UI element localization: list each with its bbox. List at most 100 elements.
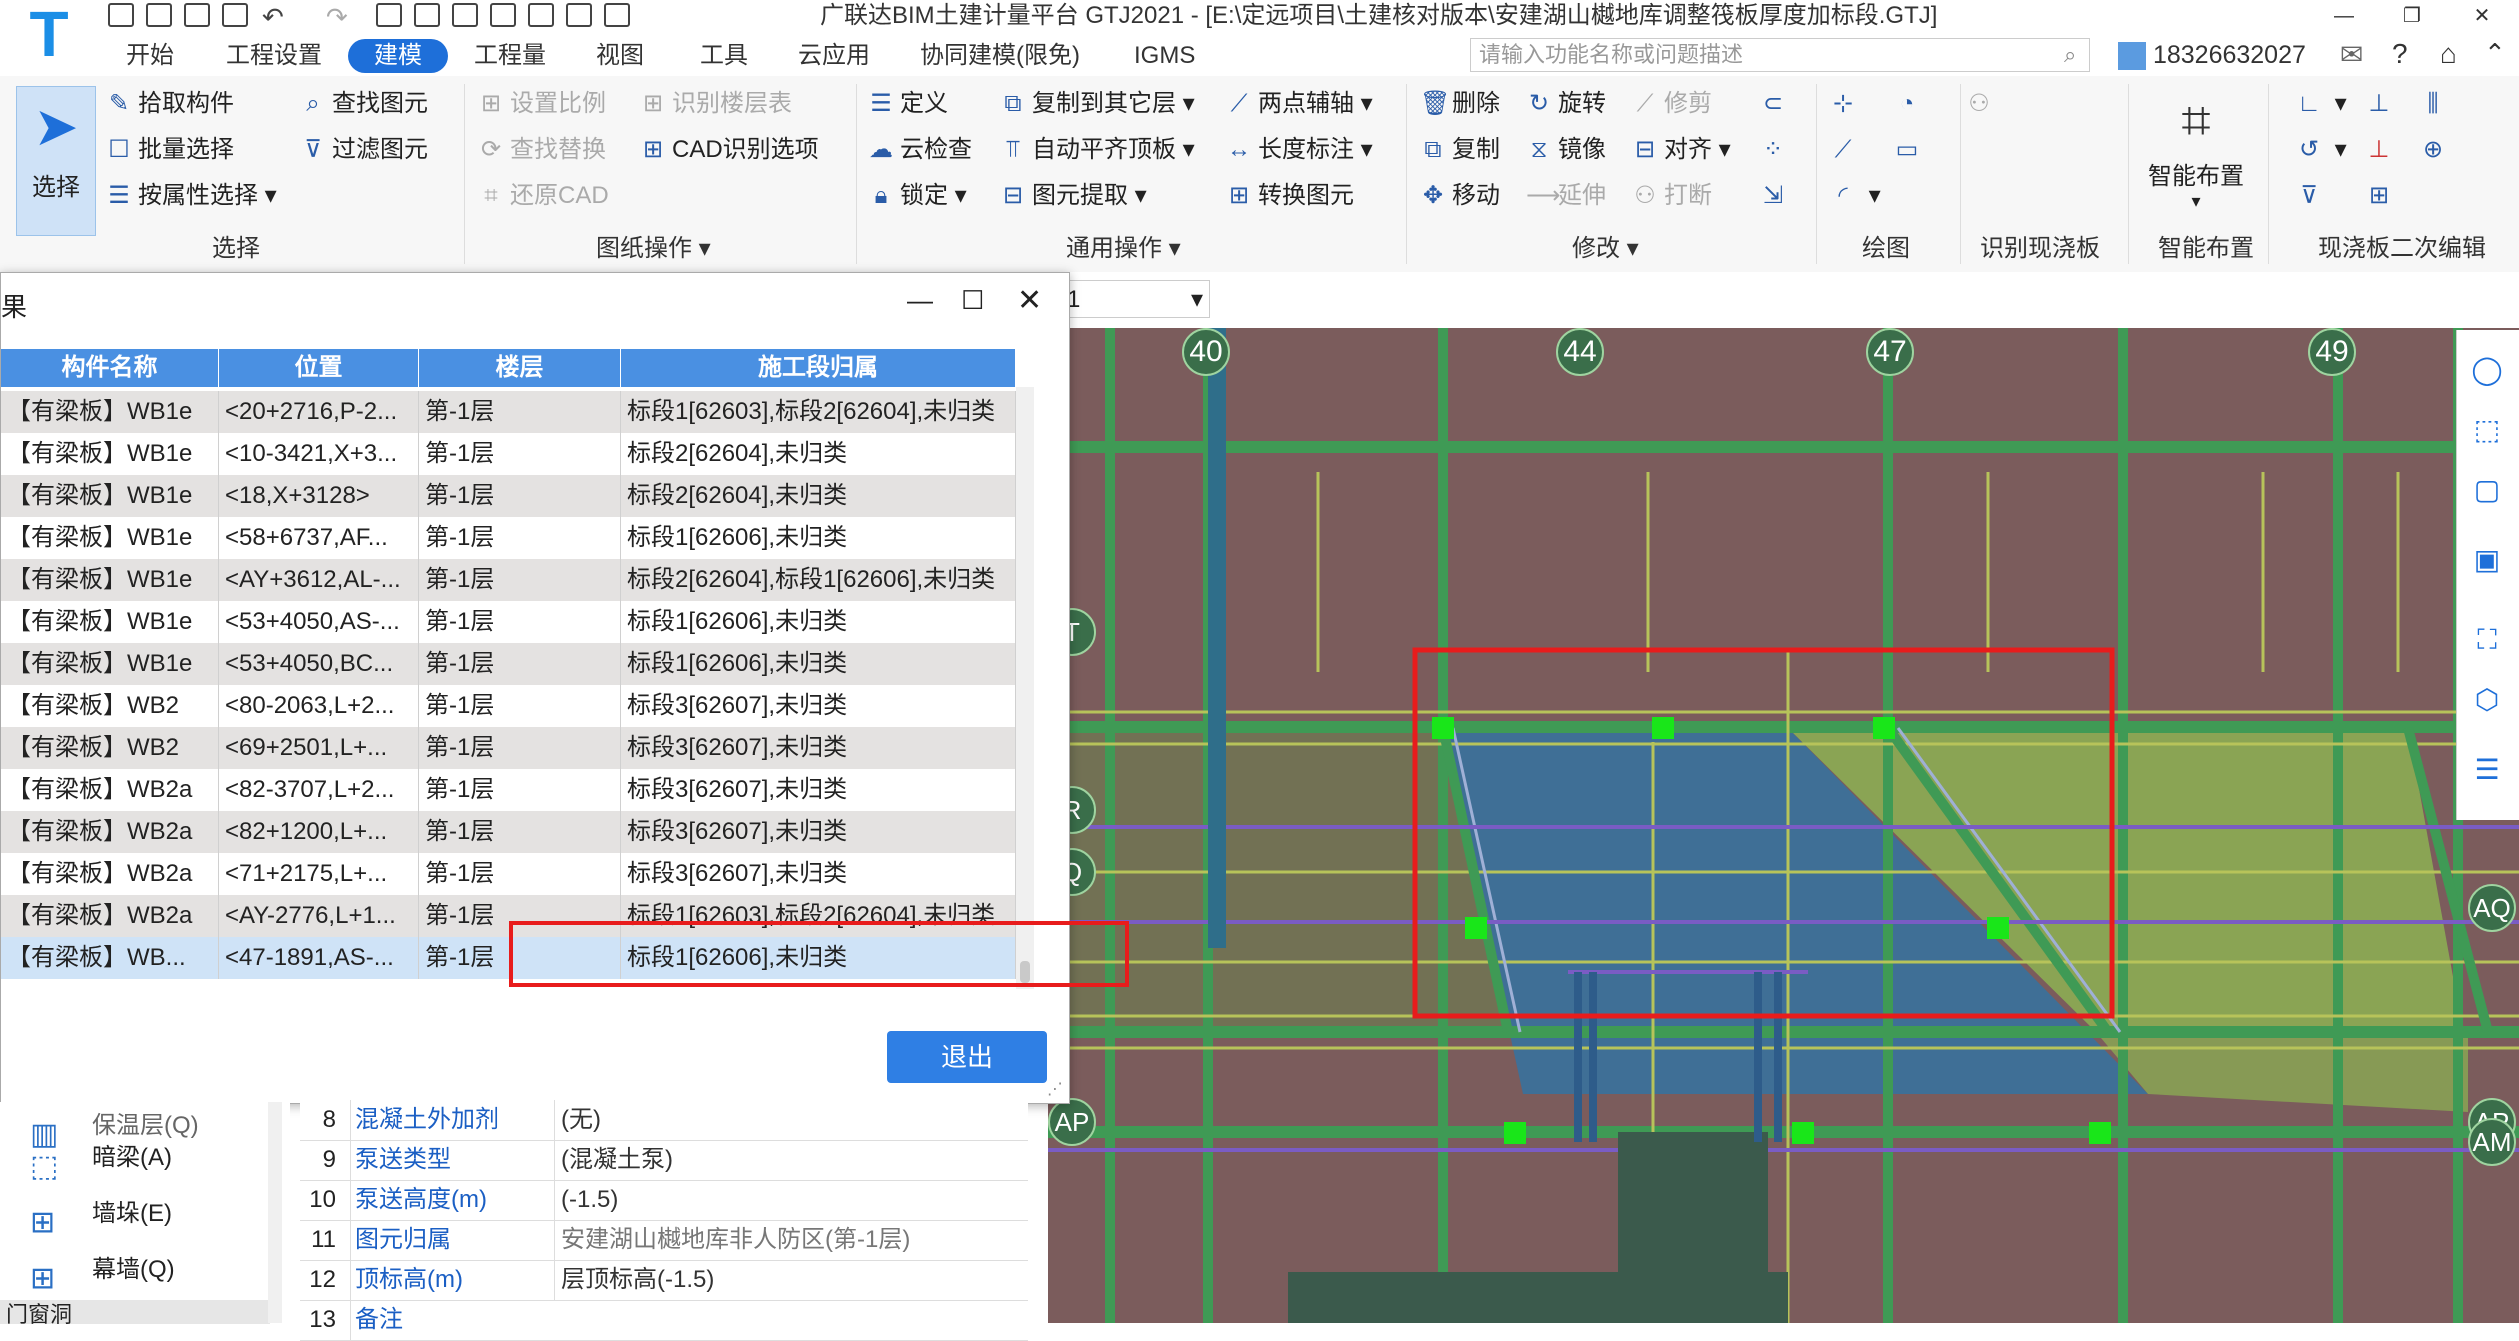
menu-collab[interactable]: 协同建模(限免)	[920, 39, 1080, 73]
length-dimension-button[interactable]: ↔ 长度标注 ▾	[1226, 130, 1373, 170]
property-value[interactable]: (无)	[554, 1100, 1031, 1140]
stretch-icon[interactable]: ⇲	[1760, 176, 1792, 216]
home-icon[interactable]: ⌂	[2440, 38, 2457, 70]
offset-icon[interactable]: ⊂	[1760, 84, 1792, 124]
table-row[interactable]: 【有梁板】WB2 <69+2501,L+... 第-1层 标段3[62607],未归类	[1, 727, 1016, 769]
cube-icon[interactable]: ▢	[2467, 470, 2507, 510]
table-row[interactable]: 【有梁板】WB1e <AY+3612,AL-... 第-1层 标段2[62604],标…	[1, 559, 1016, 601]
property-row[interactable]: 11 图元归属 安建湖山樾地库非人防区(第-1层)	[300, 1220, 1028, 1261]
maximize-icon[interactable]: ☐	[961, 285, 984, 316]
message-icon[interactable]: ✉	[2340, 38, 2363, 71]
set-scale-button[interactable]: ⊞ 设置比例	[478, 84, 606, 124]
batch-select-button[interactable]: ☐ 批量选择	[106, 130, 234, 170]
grid-icon[interactable]	[452, 3, 478, 27]
layer-view-icon[interactable]: ☰	[2467, 750, 2507, 790]
cloud-check-button[interactable]: ☁ 云检查	[868, 130, 972, 170]
minimize-icon[interactable]: —	[2322, 0, 2366, 32]
layer-icon[interactable]	[414, 3, 440, 27]
new-file-icon[interactable]	[108, 3, 134, 27]
delete-button[interactable]: 🗑︎删除	[1420, 84, 1500, 124]
slab-edit-icon[interactable]: ∟ ▾	[2296, 84, 2346, 124]
list-item-hidden-beam[interactable]: ⬚ 暗梁(A)	[30, 1132, 172, 1184]
restore-cad-button[interactable]: ⌗ 还原CAD	[478, 176, 608, 216]
restore-icon[interactable]: ❐	[2390, 0, 2434, 32]
property-value[interactable]: 安建湖山樾地库非人防区(第-1层)	[554, 1220, 1031, 1260]
close-icon[interactable]: ✕	[2460, 0, 2504, 32]
recognize-floor-table-button[interactable]: ⊞ 识别楼层表	[640, 84, 792, 124]
draw-circle-icon[interactable]: ◔	[1894, 84, 1926, 124]
search-icon[interactable]: ⌕	[2064, 42, 2076, 68]
menu-project-settings[interactable]: 工程设置	[226, 39, 322, 73]
menu-quantity[interactable]: 工程量	[474, 39, 546, 73]
category-header[interactable]: 门窗洞	[0, 1300, 270, 1324]
cad-options-button[interactable]: ⊞ CAD识别选项	[640, 130, 819, 170]
property-row[interactable]: 10 泵送高度(m) (-1.5)	[300, 1180, 1028, 1221]
slab-edit-icon[interactable]: ⊞	[2366, 176, 2398, 216]
save-icon[interactable]	[222, 3, 248, 27]
close-icon[interactable]: ✕	[1017, 283, 1042, 318]
open-folder-icon[interactable]	[184, 3, 210, 27]
select-by-property-button[interactable]: ☰ 按属性选择 ▾	[106, 176, 276, 216]
slab-edit-icon[interactable]: ↺ ▾	[2296, 130, 2347, 170]
minimize-icon[interactable]: —	[907, 285, 933, 316]
property-row[interactable]: 12 顶标高(m) 层顶标高(-1.5)	[300, 1260, 1028, 1301]
user-account[interactable]: 18326632027	[2118, 36, 2306, 74]
convert-element-button[interactable]: ⊞ 转换图元	[1226, 176, 1354, 216]
column-header-name[interactable]: 构件名称	[1, 349, 219, 387]
undo-icon[interactable]: ↶	[262, 2, 284, 33]
slab-edit-icon[interactable]: ⊥	[2366, 84, 2398, 124]
floor-selector[interactable]: 1 ▾	[1060, 280, 1210, 318]
element-extract-button[interactable]: ⊟ 图元提取 ▾	[1000, 176, 1147, 216]
fit-view-icon[interactable]: ⛶	[2467, 620, 2507, 660]
filter-element-button[interactable]: ⊽ 过滤图元	[300, 130, 428, 170]
grid-add-icon[interactable]	[490, 3, 516, 27]
smart-layout-button[interactable]: ⌗ 智能布置 ▾	[2140, 86, 2252, 216]
copy-button[interactable]: ⧉ 复制	[1420, 130, 1500, 170]
menu-igms[interactable]: IGMS	[1134, 39, 1195, 73]
menu-start[interactable]: 开始	[126, 39, 174, 73]
property-row[interactable]: 13 备注	[300, 1300, 1028, 1341]
draw-line-icon[interactable]: ⟋	[1830, 130, 1862, 170]
redo-icon[interactable]: ↷	[326, 2, 348, 33]
exit-button[interactable]: 退出	[887, 1031, 1047, 1083]
menu-view[interactable]: 视图	[596, 39, 644, 73]
table-row[interactable]: 【有梁板】WB2a <82-3707,L+2... 第-1层 标段3[62607],未…	[1, 769, 1016, 811]
box-view-icon[interactable]: ⬡	[2467, 680, 2507, 720]
property-row[interactable]: 9 泵送类型 (混凝土泵)	[300, 1140, 1028, 1181]
select-button[interactable]: ➤ 选择	[16, 86, 96, 236]
table-icon[interactable]	[566, 3, 592, 27]
view-3d-icon[interactable]: ⬚	[2467, 410, 2507, 450]
column-header-floor[interactable]: 楼层	[419, 349, 621, 387]
find-element-button[interactable]: ⌕ 查找图元	[300, 84, 428, 124]
orbit-icon[interactable]: ◯	[2467, 350, 2507, 390]
move-button[interactable]: ✥ 移动	[1420, 176, 1500, 216]
table-row[interactable]: 【有梁板】WB1e <18,X+3128> 第-1层 标段2[62604],未归类	[1, 475, 1016, 517]
edit-icon[interactable]	[528, 3, 554, 27]
break-button[interactable]: ⚇ 打断	[1632, 176, 1712, 216]
draw-rect-icon[interactable]: ▭	[1894, 130, 1926, 170]
trim-button[interactable]: ⟋ 修剪	[1632, 84, 1712, 124]
pick-component-button[interactable]: ✎ 拾取构件	[106, 84, 234, 124]
table-row[interactable]: 【有梁板】WB1e <53+4050,AS-... 第-1层 标段1[62606],未…	[1, 601, 1016, 643]
list-item-curtain-wall[interactable]: ⊞ 幕墙(Q)	[30, 1244, 175, 1296]
table-row[interactable]: 【有梁板】WB2a <71+2175,L+... 第-1层 标段3[62607],未归…	[1, 853, 1016, 895]
slab-edit-icon[interactable]: ⊽	[2296, 176, 2328, 216]
menu-cloud[interactable]: 云应用	[798, 39, 870, 73]
cube-solid-icon[interactable]: ▣	[2467, 540, 2507, 580]
sum-icon[interactable]	[376, 3, 402, 27]
menu-tools[interactable]: 工具	[700, 39, 748, 73]
two-point-axis-button[interactable]: ⟋ 两点辅轴 ▾	[1226, 84, 1373, 124]
define-button[interactable]: ☰ 定义	[868, 84, 948, 124]
column-header-position[interactable]: 位置	[219, 349, 419, 387]
array-icon[interactable]: ⁘	[1760, 130, 1792, 170]
align-button[interactable]: ⊟ 对齐 ▾	[1632, 130, 1731, 170]
scrollbar[interactable]	[1016, 387, 1034, 989]
draw-arc-icon[interactable]: ◜ ▾	[1830, 176, 1880, 216]
extend-button[interactable]: ⟶延伸	[1526, 176, 1606, 216]
auto-align-top-button[interactable]: ⫪ 自动平齐顶板 ▾	[1000, 130, 1195, 170]
scrollbar[interactable]	[268, 1102, 282, 1323]
sync-icon[interactable]	[604, 3, 630, 27]
property-value[interactable]: 层顶标高(-1.5)	[554, 1260, 1031, 1300]
slab-edit-icon[interactable]: ⫼	[2420, 84, 2452, 124]
table-row[interactable]: 【有梁板】WB2 <80-2063,L+2... 第-1层 标段3[62607],未归…	[1, 685, 1016, 727]
